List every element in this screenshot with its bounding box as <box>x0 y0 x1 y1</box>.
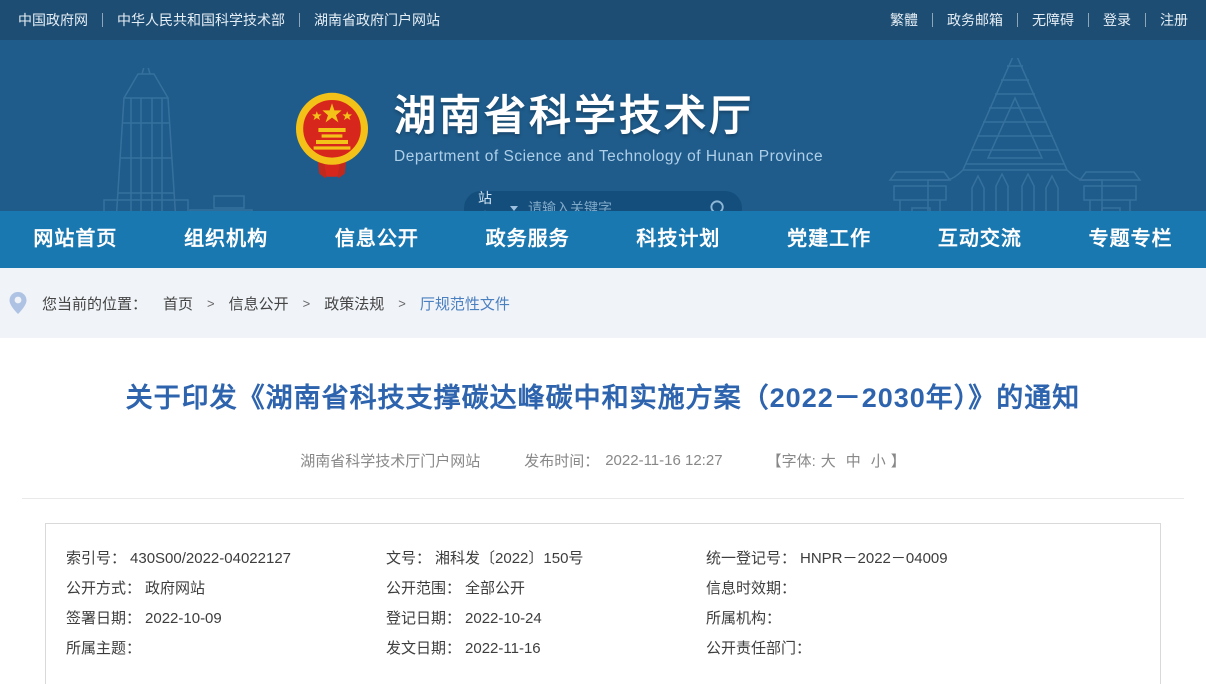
top-utility-bar: 中国政府网 中华人民共和国科学技术部 湖南省政府门户网站 繁體 政务邮箱 无障碍… <box>0 0 1206 40</box>
publish-time-group: 发布时间： 2022-11-16 12:27 <box>524 450 722 471</box>
topbar-left-links: 中国政府网 中华人民共和国科学技术部 湖南省政府门户网站 <box>18 10 440 30</box>
info-field-responsible-department: 公开责任部门： <box>706 634 1140 664</box>
nav-item-organization[interactable]: 组织机构 <box>151 211 302 268</box>
breadcrumb-prefix: 您当前的位置： <box>42 293 147 314</box>
search-scope-dropdown[interactable]: 站内 <box>478 188 518 211</box>
info-field-affiliated-agency: 所属机构： <box>706 604 1140 634</box>
nav-item-info-disclosure[interactable]: 信息公开 <box>302 211 453 268</box>
publish-time-label: 发布时间： <box>524 450 599 471</box>
info-field-doc-number: 文号：湘科发〔2022〕150号 <box>386 544 706 574</box>
site-brand[interactable]: 湖南省科学技术厅 Department of Science and Techn… <box>292 90 823 182</box>
nav-item-special-topics[interactable]: 专题专栏 <box>1055 211 1206 268</box>
search-icon <box>709 199 728 212</box>
breadcrumb-item-policies[interactable]: 政策法规 <box>324 293 384 314</box>
topbar-link-traditional[interactable]: 繁體 <box>890 10 918 30</box>
left-building-watermark <box>18 68 268 211</box>
breadcrumb-separator: > <box>207 296 215 311</box>
topbar-link-accessibility[interactable]: 无障碍 <box>1032 10 1074 30</box>
skyscraper-outline-icon <box>18 68 268 211</box>
info-field-validity-period: 信息时效期： <box>706 574 1140 604</box>
search-input[interactable] <box>528 200 709 211</box>
nav-item-interaction[interactable]: 互动交流 <box>905 211 1056 268</box>
info-field-disclosure-scope: 公开范围：全部公开 <box>386 574 706 604</box>
info-field-subject: 所属主题： <box>66 634 386 664</box>
divider <box>932 13 933 27</box>
national-emblem-logo <box>292 90 372 182</box>
breadcrumb-item-info-disclosure[interactable]: 信息公开 <box>229 293 289 314</box>
page: 中国政府网 中华人民共和国科学技术部 湖南省政府门户网站 繁體 政务邮箱 无障碍… <box>0 0 1206 684</box>
location-pin-icon <box>8 291 28 315</box>
divider <box>299 13 300 27</box>
font-size-bracket-close: 】 <box>891 450 906 471</box>
site-subtitle: Department of Science and Technology of … <box>394 148 823 166</box>
font-size-label: 字体: <box>782 450 816 471</box>
nav-item-party-building[interactable]: 党建工作 <box>754 211 905 268</box>
breadcrumb-bar: 您当前的位置： 首页 > 信息公开 > 政策法规 > 厅规范性文件 <box>0 268 1206 338</box>
divider <box>1017 13 1018 27</box>
font-size-large-button[interactable]: 大 <box>821 450 836 471</box>
search-button[interactable] <box>709 199 728 212</box>
topbar-link-mail[interactable]: 政务邮箱 <box>947 10 1003 30</box>
info-field-signing-date: 签署日期：2022-10-09 <box>66 604 386 634</box>
breadcrumb-separator: > <box>398 296 406 311</box>
info-field-disclosure-method: 公开方式：政府网站 <box>66 574 386 604</box>
font-size-bracket-open: 【 <box>767 450 782 471</box>
topbar-link-gov-cn[interactable]: 中国政府网 <box>18 10 88 30</box>
info-field-registration-date: 登记日期：2022-10-24 <box>386 604 706 634</box>
topbar-link-most[interactable]: 中华人民共和国科学技术部 <box>117 10 285 30</box>
article-source: 湖南省科学技术厅门户网站 <box>300 450 480 471</box>
tower-spire-outline-icon <box>860 58 1170 211</box>
breadcrumb-item-current[interactable]: 厅规范性文件 <box>420 293 510 314</box>
publish-time-value: 2022-11-16 12:27 <box>605 452 722 469</box>
font-size-small-button[interactable]: 小 <box>871 450 886 471</box>
info-field-unified-reg-number: 统一登记号：HNPR－2022－04009 <box>706 544 1140 574</box>
divider <box>1088 13 1089 27</box>
section-divider <box>22 498 1184 499</box>
brand-titles: 湖南省科学技术厅 Department of Science and Techn… <box>394 90 823 166</box>
nav-item-home[interactable]: 网站首页 <box>0 211 151 268</box>
article-meta: 湖南省科学技术厅门户网站 发布时间： 2022-11-16 12:27 【 字体… <box>0 450 1206 471</box>
info-field-index-number: 索引号：430S00/2022-04022127 <box>66 544 386 574</box>
topbar-link-hunan-gov[interactable]: 湖南省政府门户网站 <box>314 10 440 30</box>
article-area: 关于印发《湖南省科技支撑碳达峰碳中和实施方案（2022－2030年）》的通知 湖… <box>0 338 1206 684</box>
article-title: 关于印发《湖南省科技支撑碳达峰碳中和实施方案（2022－2030年）》的通知 <box>0 380 1206 416</box>
search-scope-label: 站内 <box>478 188 504 211</box>
topbar-link-login[interactable]: 登录 <box>1103 10 1131 30</box>
site-title: 湖南省科学技术厅 <box>394 90 823 142</box>
topbar-link-register[interactable]: 注册 <box>1160 10 1188 30</box>
site-search-bar: 站内 <box>464 191 742 211</box>
chevron-down-icon <box>510 206 518 211</box>
masthead: 湖南省科学技术厅 Department of Science and Techn… <box>0 40 1206 211</box>
font-size-medium-button[interactable]: 中 <box>846 450 861 471</box>
font-size-control: 【 字体: 大 中 小 】 <box>767 450 906 471</box>
breadcrumb-item-home[interactable]: 首页 <box>163 293 193 314</box>
divider <box>102 13 103 27</box>
divider <box>1145 13 1146 27</box>
info-field-issue-date: 发文日期：2022-11-16 <box>386 634 706 664</box>
nav-item-sci-tech-programs[interactable]: 科技计划 <box>603 211 754 268</box>
topbar-right-links: 繁體 政务邮箱 无障碍 登录 注册 <box>890 10 1188 30</box>
document-info-panel: 索引号：430S00/2022-04022127 文号：湘科发〔2022〕150… <box>45 523 1161 684</box>
right-building-watermark <box>860 58 1170 211</box>
breadcrumb: 您当前的位置： 首页 > 信息公开 > 政策法规 > 厅规范性文件 <box>42 293 510 314</box>
nav-item-gov-services[interactable]: 政务服务 <box>452 211 603 268</box>
breadcrumb-separator: > <box>303 296 311 311</box>
primary-nav: 网站首页 组织机构 信息公开 政务服务 科技计划 党建工作 互动交流 专题专栏 <box>0 211 1206 268</box>
